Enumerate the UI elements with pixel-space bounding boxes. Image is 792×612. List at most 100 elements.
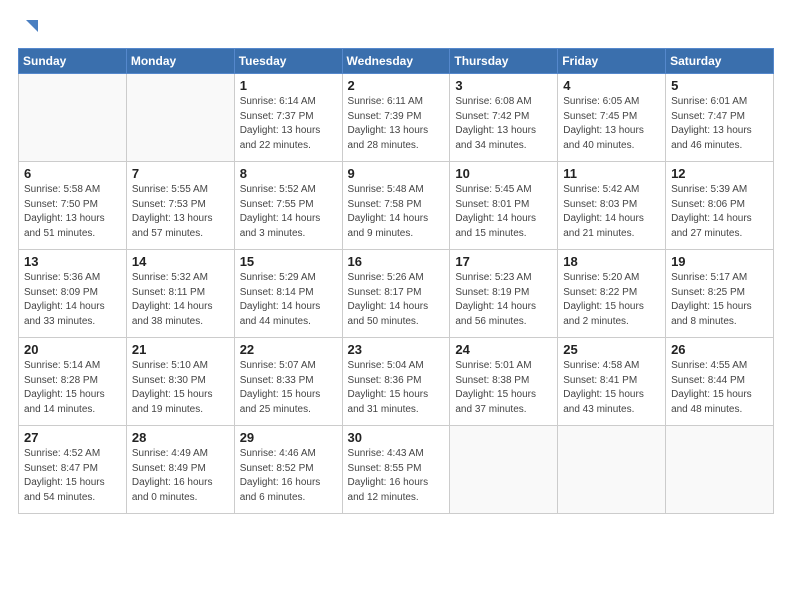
calendar-cell: 30 Sunrise: 4:43 AM Sunset: 8:55 PM Dayli… [342, 426, 450, 514]
logo-top [18, 18, 40, 40]
weekday-header-wednesday: Wednesday [342, 49, 450, 74]
calendar-cell: 19 Sunrise: 5:17 AM Sunset: 8:25 PM Dayli… [666, 250, 774, 338]
weekday-header-saturday: Saturday [666, 49, 774, 74]
calendar-cell: 18 Sunrise: 5:20 AM Sunset: 8:22 PM Dayli… [558, 250, 666, 338]
day-info: Sunrise: 4:52 AM Sunset: 8:47 PM Dayligh… [24, 447, 121, 505]
day-number: 3 [455, 78, 552, 93]
day-info: Sunrise: 5:10 AM Sunset: 8:30 PM Dayligh… [132, 359, 229, 417]
day-number: 2 [348, 78, 445, 93]
calendar-cell [126, 74, 234, 162]
calendar-cell: 12 Sunrise: 5:39 AM Sunset: 8:06 PM Dayli… [666, 162, 774, 250]
day-number: 1 [240, 78, 337, 93]
day-info: Sunrise: 4:55 AM Sunset: 8:44 PM Dayligh… [671, 359, 768, 417]
day-number: 23 [348, 342, 445, 357]
calendar-cell: 3 Sunrise: 6:08 AM Sunset: 7:42 PM Daylig… [450, 74, 558, 162]
calendar-cell: 21 Sunrise: 5:10 AM Sunset: 8:30 PM Dayli… [126, 338, 234, 426]
day-number: 30 [348, 430, 445, 445]
day-info: Sunrise: 5:04 AM Sunset: 8:36 PM Dayligh… [348, 359, 445, 417]
weekday-header-thursday: Thursday [450, 49, 558, 74]
day-number: 17 [455, 254, 552, 269]
day-info: Sunrise: 4:49 AM Sunset: 8:49 PM Dayligh… [132, 447, 229, 505]
day-number: 14 [132, 254, 229, 269]
day-number: 26 [671, 342, 768, 357]
day-number: 15 [240, 254, 337, 269]
day-info: Sunrise: 5:45 AM Sunset: 8:01 PM Dayligh… [455, 183, 552, 241]
day-info: Sunrise: 5:26 AM Sunset: 8:17 PM Dayligh… [348, 271, 445, 329]
weekday-header-sunday: Sunday [19, 49, 127, 74]
day-info: Sunrise: 5:17 AM Sunset: 8:25 PM Dayligh… [671, 271, 768, 329]
day-number: 21 [132, 342, 229, 357]
day-info: Sunrise: 5:01 AM Sunset: 8:38 PM Dayligh… [455, 359, 552, 417]
day-number: 9 [348, 166, 445, 181]
day-number: 10 [455, 166, 552, 181]
day-info: Sunrise: 4:58 AM Sunset: 8:41 PM Dayligh… [563, 359, 660, 417]
day-number: 12 [671, 166, 768, 181]
day-number: 6 [24, 166, 121, 181]
calendar-cell: 24Sunrise: 5:01 AM Sunset: 8:38 PM Dayli… [450, 338, 558, 426]
calendar-cell: 11Sunrise: 5:42 AM Sunset: 8:03 PM Dayli… [558, 162, 666, 250]
day-info: Sunrise: 5:29 AM Sunset: 8:14 PM Dayligh… [240, 271, 337, 329]
calendar-cell: 16 Sunrise: 5:26 AM Sunset: 8:17 PM Dayli… [342, 250, 450, 338]
weekday-header-row: SundayMondayTuesdayWednesdayThursdayFrid… [19, 49, 774, 74]
calendar-cell [19, 74, 127, 162]
week-row-3: 13Sunrise: 5:36 AM Sunset: 8:09 PM Dayli… [19, 250, 774, 338]
weekday-header-monday: Monday [126, 49, 234, 74]
day-info: Sunrise: 5:07 AM Sunset: 8:33 PM Dayligh… [240, 359, 337, 417]
calendar-cell: 22 Sunrise: 5:07 AM Sunset: 8:33 PM Dayli… [234, 338, 342, 426]
calendar-cell [666, 426, 774, 514]
day-number: 27 [24, 430, 121, 445]
weekday-header-friday: Friday [558, 49, 666, 74]
day-number: 20 [24, 342, 121, 357]
day-number: 29 [240, 430, 337, 445]
calendar-cell: 26 Sunrise: 4:55 AM Sunset: 8:44 PM Dayli… [666, 338, 774, 426]
week-row-4: 20 Sunrise: 5:14 AM Sunset: 8:28 PM Dayli… [19, 338, 774, 426]
day-number: 16 [348, 254, 445, 269]
weekday-header-tuesday: Tuesday [234, 49, 342, 74]
day-number: 18 [563, 254, 660, 269]
calendar-cell: 15 Sunrise: 5:29 AM Sunset: 8:14 PM Dayli… [234, 250, 342, 338]
calendar-cell: 8 Sunrise: 5:52 AM Sunset: 7:55 PM Daylig… [234, 162, 342, 250]
day-info: Sunrise: 5:14 AM Sunset: 8:28 PM Dayligh… [24, 359, 121, 417]
calendar-cell: 5 Sunrise: 6:01 AM Sunset: 7:47 PM Daylig… [666, 74, 774, 162]
day-info: Sunrise: 5:39 AM Sunset: 8:06 PM Dayligh… [671, 183, 768, 241]
calendar-cell: 14Sunrise: 5:32 AM Sunset: 8:11 PM Dayli… [126, 250, 234, 338]
week-row-2: 6 Sunrise: 5:58 AM Sunset: 7:50 PM Daylig… [19, 162, 774, 250]
calendar-cell: 25 Sunrise: 4:58 AM Sunset: 8:41 PM Dayli… [558, 338, 666, 426]
day-number: 19 [671, 254, 768, 269]
day-info: Sunrise: 5:36 AM Sunset: 8:09 PM Dayligh… [24, 271, 121, 329]
calendar-cell: 6 Sunrise: 5:58 AM Sunset: 7:50 PM Daylig… [19, 162, 127, 250]
day-number: 25 [563, 342, 660, 357]
calendar-cell [558, 426, 666, 514]
week-row-5: 27 Sunrise: 4:52 AM Sunset: 8:47 PM Dayli… [19, 426, 774, 514]
calendar-cell [450, 426, 558, 514]
page: SundayMondayTuesdayWednesdayThursdayFrid… [0, 0, 792, 612]
day-number: 4 [563, 78, 660, 93]
day-info: Sunrise: 5:23 AM Sunset: 8:19 PM Dayligh… [455, 271, 552, 329]
calendar-cell: 27 Sunrise: 4:52 AM Sunset: 8:47 PM Dayli… [19, 426, 127, 514]
day-info: Sunrise: 5:20 AM Sunset: 8:22 PM Dayligh… [563, 271, 660, 329]
day-info: Sunrise: 6:14 AM Sunset: 7:37 PM Dayligh… [240, 95, 337, 153]
day-info: Sunrise: 5:48 AM Sunset: 7:58 PM Dayligh… [348, 183, 445, 241]
calendar-cell: 28 Sunrise: 4:49 AM Sunset: 8:49 PM Dayli… [126, 426, 234, 514]
day-info: Sunrise: 6:08 AM Sunset: 7:42 PM Dayligh… [455, 95, 552, 153]
calendar-cell: 10 Sunrise: 5:45 AM Sunset: 8:01 PM Dayli… [450, 162, 558, 250]
day-info: Sunrise: 6:11 AM Sunset: 7:39 PM Dayligh… [348, 95, 445, 153]
calendar-cell: 13Sunrise: 5:36 AM Sunset: 8:09 PM Dayli… [19, 250, 127, 338]
day-number: 22 [240, 342, 337, 357]
calendar-table: SundayMondayTuesdayWednesdayThursdayFrid… [18, 48, 774, 514]
day-info: Sunrise: 6:01 AM Sunset: 7:47 PM Dayligh… [671, 95, 768, 153]
day-info: Sunrise: 5:55 AM Sunset: 7:53 PM Dayligh… [132, 183, 229, 241]
calendar-cell: 7Sunrise: 5:55 AM Sunset: 7:53 PM Daylig… [126, 162, 234, 250]
day-number: 28 [132, 430, 229, 445]
day-info: Sunrise: 5:52 AM Sunset: 7:55 PM Dayligh… [240, 183, 337, 241]
day-info: Sunrise: 6:05 AM Sunset: 7:45 PM Dayligh… [563, 95, 660, 153]
day-info: Sunrise: 5:58 AM Sunset: 7:50 PM Dayligh… [24, 183, 121, 241]
day-number: 11 [563, 166, 660, 181]
calendar-cell: 29Sunrise: 4:46 AM Sunset: 8:52 PM Dayli… [234, 426, 342, 514]
day-info: Sunrise: 4:43 AM Sunset: 8:55 PM Dayligh… [348, 447, 445, 505]
day-number: 8 [240, 166, 337, 181]
day-number: 5 [671, 78, 768, 93]
week-row-1: 1 Sunrise: 6:14 AM Sunset: 7:37 PM Daylig… [19, 74, 774, 162]
calendar-cell: 2 Sunrise: 6:11 AM Sunset: 7:39 PM Daylig… [342, 74, 450, 162]
calendar-cell: 20 Sunrise: 5:14 AM Sunset: 8:28 PM Dayli… [19, 338, 127, 426]
